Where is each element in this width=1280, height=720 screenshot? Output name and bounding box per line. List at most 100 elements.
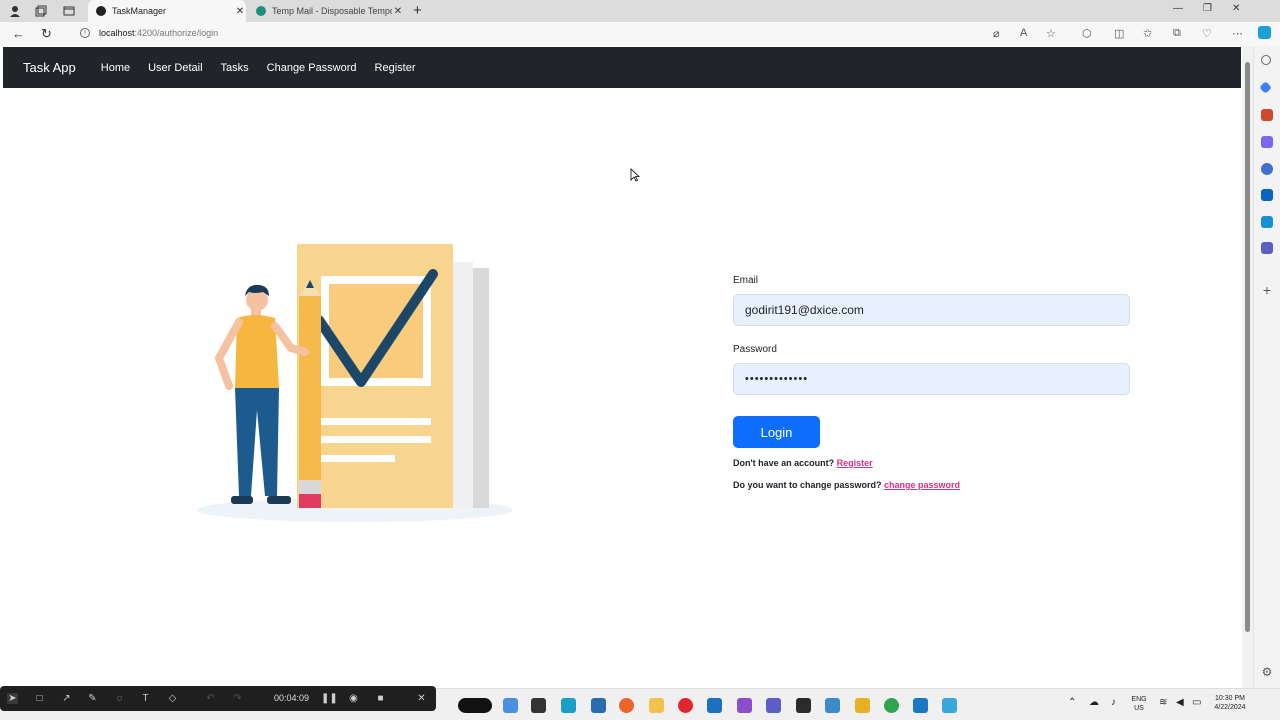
nav-link-change-password[interactable]: Change Password — [267, 62, 357, 74]
tools-icon[interactable] — [1261, 109, 1273, 121]
undo-icon[interactable]: ↶ — [205, 693, 216, 704]
recording-timer: 00:04:09 — [274, 693, 310, 703]
url-field[interactable]: localhost:4200/authorize/login — [99, 28, 218, 38]
profile-icon[interactable] — [7, 3, 23, 19]
back-icon[interactable]: ← — [12, 26, 25, 41]
edge-sidebar: + ⚙ — [1253, 46, 1280, 688]
tray-overflow-icon[interactable]: ⌃ — [1068, 698, 1076, 708]
widgets-icon[interactable] — [503, 698, 518, 713]
text-tool-icon[interactable]: T — [140, 693, 151, 704]
onedrive-icon[interactable]: ☁ — [1089, 698, 1099, 708]
tab-actions-icon[interactable] — [61, 3, 77, 19]
browser-tab-strip: TaskManager ✕ Temp Mail - Disposable Tem… — [0, 0, 1280, 22]
close-recorder-icon[interactable]: ✕ — [416, 693, 427, 704]
highlighter-tool-icon[interactable]: ◌ — [114, 693, 125, 704]
wifi-icon[interactable]: ≋ — [1159, 698, 1167, 708]
edge-taskbar-icon[interactable] — [561, 698, 576, 713]
temp-mail-favicon-icon — [256, 6, 266, 16]
language-indicator[interactable]: ENG US — [1128, 695, 1150, 713]
games-icon[interactable] — [1261, 136, 1273, 148]
file-explorer-icon[interactable] — [649, 698, 664, 713]
window-close-icon[interactable]: ✕ — [1232, 3, 1240, 14]
scrollbar-thumb[interactable] — [1245, 62, 1250, 632]
tab-taskmanager[interactable]: TaskManager ✕ — [88, 0, 246, 22]
email-label: Email — [733, 275, 759, 286]
terminal-icon[interactable] — [796, 698, 811, 713]
volume-icon[interactable]: ◀ — [1176, 698, 1184, 708]
taskbar-app-icon[interactable] — [591, 698, 606, 713]
app-navbar: Task App Home User Detail Tasks Change P… — [3, 47, 1241, 88]
vscode-icon[interactable] — [913, 698, 928, 713]
microphone-icon[interactable]: ♪ — [1111, 698, 1116, 708]
copilot-icon[interactable] — [1258, 26, 1271, 39]
split-screen-icon[interactable]: ◫ — [1114, 27, 1124, 40]
url-host: localhost — [99, 28, 135, 38]
rectangle-tool-icon[interactable]: □ — [34, 693, 45, 704]
no-tracking-icon[interactable]: ⌀ — [993, 27, 1000, 40]
clock-time: 10:30 PM — [1215, 695, 1245, 702]
nav-link-register[interactable]: Register — [375, 62, 416, 74]
close-tab-icon[interactable]: ✕ — [392, 6, 404, 17]
browser-essentials-icon[interactable]: ♡ — [1202, 27, 1212, 40]
stop-icon[interactable]: ■ — [375, 693, 386, 704]
record-icon[interactable]: ◉ — [348, 693, 359, 704]
pen-tool-icon[interactable]: ✎ — [87, 693, 98, 704]
nav-link-home[interactable]: Home — [101, 62, 130, 74]
arrow-tool-icon[interactable]: ↗ — [61, 693, 72, 704]
chrome-icon[interactable] — [884, 698, 899, 713]
minimize-icon[interactable]: — — [1173, 3, 1183, 14]
search-pill-icon[interactable] — [458, 698, 492, 713]
email-field[interactable]: godirit191@dxice.com — [733, 294, 1130, 326]
nav-link-user-detail[interactable]: User Detail — [148, 62, 202, 74]
notepad-icon[interactable] — [825, 698, 840, 713]
recorder-toolbar: ➤ □ ↗ ✎ ◌ T ◇ ↶ ↷ 00:04:09 ❚❚ ◉ ■ ✕ — [0, 686, 436, 711]
app-brand[interactable]: Task App — [23, 60, 76, 75]
close-tab-icon[interactable]: ✕ — [234, 6, 246, 17]
no-account-text: Don't have an account? — [733, 458, 835, 468]
favorite-star-icon[interactable]: ☆ — [1046, 27, 1056, 40]
drop-icon[interactable] — [1261, 216, 1273, 228]
collections-icon[interactable]: ⧉ — [1173, 27, 1181, 40]
firefox-icon[interactable] — [619, 698, 634, 713]
change-password-link[interactable]: change password — [884, 480, 960, 490]
register-link[interactable]: Register — [837, 458, 873, 468]
shopping-tag-icon[interactable] — [1259, 81, 1272, 94]
store-icon[interactable] — [707, 698, 722, 713]
password-field[interactable]: ••••••••••••• — [733, 363, 1130, 395]
refresh-icon[interactable]: ↻ — [41, 26, 52, 42]
login-button[interactable]: Login — [733, 416, 820, 448]
new-tab-icon[interactable]: + — [413, 2, 422, 19]
restore-icon[interactable]: ❐ — [1203, 3, 1212, 14]
angular-favicon-icon — [96, 6, 106, 16]
eraser-tool-icon[interactable]: ◇ — [167, 693, 178, 704]
page-scrollbar[interactable] — [1242, 46, 1253, 688]
redo-icon[interactable]: ↷ — [232, 693, 243, 704]
opera-icon[interactable] — [678, 698, 693, 713]
pause-icon[interactable]: ❚❚ — [321, 693, 338, 704]
nav-links: Home User Detail Tasks Change Password R… — [101, 62, 434, 74]
clock[interactable]: 10:30 PM 4/22/2024 — [1210, 694, 1250, 712]
search-icon[interactable] — [1261, 55, 1271, 65]
extensions-icon[interactable]: ⬡ — [1082, 27, 1092, 40]
site-info-icon[interactable]: i — [80, 28, 90, 38]
tab-temp-mail[interactable]: Temp Mail - Disposable Tempora ✕ — [248, 0, 404, 22]
sidebar-settings-icon[interactable]: ⚙ — [1261, 666, 1273, 678]
teams-icon[interactable] — [1261, 242, 1273, 254]
url-path: :4200/authorize/login — [134, 28, 219, 38]
outlook-icon[interactable] — [1261, 189, 1273, 201]
taskbar-app-icon[interactable] — [942, 698, 957, 713]
task-view-icon[interactable] — [531, 698, 546, 713]
workspaces-icon[interactable] — [33, 3, 49, 19]
battery-icon[interactable]: ▭ — [1192, 698, 1201, 708]
select-tool-icon[interactable]: ➤ — [7, 693, 18, 704]
password-label: Password — [733, 344, 777, 355]
read-aloud-icon[interactable]: A — [1020, 27, 1027, 39]
add-sidebar-app-icon[interactable]: + — [1261, 283, 1273, 297]
favorites-icon[interactable]: ✩ — [1143, 27, 1152, 40]
more-menu-icon[interactable]: ⋯ — [1232, 27, 1243, 40]
visual-studio-icon[interactable] — [737, 698, 752, 713]
teams-taskbar-icon[interactable] — [766, 698, 781, 713]
microsoft365-icon[interactable] — [1261, 163, 1273, 175]
nav-link-tasks[interactable]: Tasks — [221, 62, 249, 74]
tool-icon[interactable] — [855, 698, 870, 713]
